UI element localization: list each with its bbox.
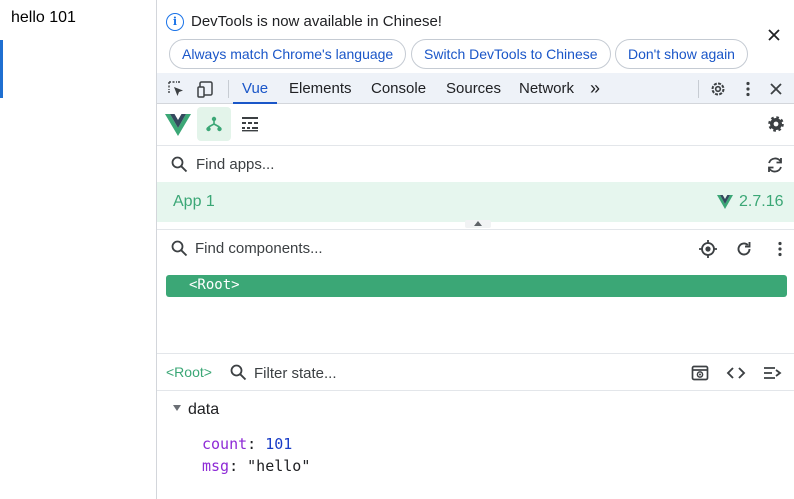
collapse-handle-icon[interactable] <box>465 220 491 228</box>
selected-component-name: <Root> <box>166 364 212 380</box>
app-list-item[interactable]: App 1 2.7.16 <box>157 182 794 222</box>
kebab-menu-icon[interactable] <box>770 239 790 259</box>
tab-vue[interactable]: Vue <box>233 73 278 104</box>
info-icon: i <box>166 13 184 31</box>
state-toolbar: <Root> <box>157 354 794 391</box>
filter-state-input[interactable] <box>254 363 674 383</box>
always-match-language-button[interactable]: Always match Chrome's language <box>169 39 407 69</box>
dont-show-again-button[interactable]: Don't show again <box>615 39 748 69</box>
inspect-element-icon[interactable] <box>166 79 186 99</box>
timeline-icon[interactable] <box>241 116 259 132</box>
refresh-apps-icon[interactable] <box>765 155 785 175</box>
devtools-panel: i DevTools is now available in Chinese! … <box>156 0 794 499</box>
tab-console[interactable]: Console <box>371 73 426 104</box>
device-toolbar-icon[interactable] <box>196 79 216 99</box>
switch-to-chinese-button[interactable]: Switch DevTools to Chinese <box>411 39 611 69</box>
more-tabs-chevron-icon[interactable]: » <box>590 73 600 104</box>
tree-node-label: <Root> <box>189 277 240 293</box>
open-in-editor-icon[interactable] <box>690 363 710 383</box>
prop-key: count <box>202 435 248 453</box>
vue-devtools-toolbar <box>157 104 794 146</box>
close-icon[interactable] <box>766 79 786 99</box>
prop-key: msg <box>202 457 230 475</box>
gear-icon[interactable] <box>708 79 728 99</box>
infobar-message: DevTools is now available in Chinese! <box>191 13 442 30</box>
devtools-tabstrip: Vue Elements Console Sources Network » <box>157 73 794 104</box>
close-icon[interactable] <box>765 26 783 44</box>
component-tree: <Root> <box>157 266 794 354</box>
code-icon[interactable] <box>726 363 746 383</box>
tree-node-root[interactable]: <Root> <box>166 275 787 297</box>
find-components-input[interactable] <box>195 238 675 258</box>
app-name: App 1 <box>173 193 215 210</box>
state-inspector: data count: 101 msg: "hello" <box>157 391 794 499</box>
format-icon[interactable] <box>762 363 782 383</box>
component-tree-button[interactable] <box>197 107 231 141</box>
tab-elements[interactable]: Elements <box>289 73 352 104</box>
prop-colon: : <box>247 435 266 453</box>
state-section-title[interactable]: data <box>188 401 219 419</box>
state-prop-count[interactable]: count: 101 <box>202 435 292 453</box>
tab-network[interactable]: Network <box>519 73 574 104</box>
prop-value: 101 <box>265 435 293 453</box>
search-icon <box>171 240 188 257</box>
prop-colon: : <box>229 457 248 475</box>
vue-logo-icon <box>717 195 733 209</box>
search-icon <box>230 364 247 381</box>
component-tree-icon <box>206 116 222 132</box>
kebab-menu-icon[interactable] <box>738 79 758 99</box>
vue-logo-icon <box>165 114 191 136</box>
search-icon <box>171 156 188 173</box>
target-icon[interactable] <box>698 239 718 259</box>
prop-value: "hello" <box>247 457 311 475</box>
language-infobar: i DevTools is now available in Chinese! … <box>157 0 794 73</box>
inspected-page: hello 101 <box>0 0 156 499</box>
find-components-bar <box>157 230 794 266</box>
find-apps-input[interactable] <box>196 154 736 174</box>
state-prop-msg[interactable]: msg: "hello" <box>202 457 310 475</box>
tab-vue-label: Vue <box>242 80 269 97</box>
collapse-triangle-icon[interactable] <box>173 405 181 411</box>
settings-gear-icon[interactable] <box>766 114 786 134</box>
vue-version: 2.7.16 <box>739 193 784 210</box>
page-edge-strip <box>0 40 3 98</box>
tab-separator <box>698 80 699 98</box>
tab-sources[interactable]: Sources <box>446 73 501 104</box>
tab-separator <box>228 80 229 98</box>
page-text: hello 101 <box>11 9 76 26</box>
refresh-icon[interactable] <box>734 239 754 259</box>
find-apps-bar <box>157 146 794 182</box>
pane-splitter[interactable] <box>157 220 794 230</box>
